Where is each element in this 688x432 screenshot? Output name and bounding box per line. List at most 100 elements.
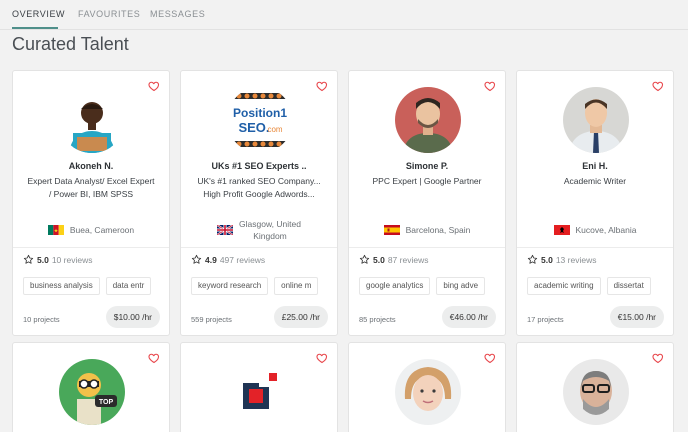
tab-messages[interactable]: MESSAGES <box>150 9 205 19</box>
project-count: 10 projects <box>23 315 60 324</box>
location-line: Glasgow, United <box>239 219 301 229</box>
skill-tag[interactable]: data entr <box>105 277 152 295</box>
talent-title-line: PPC Expert | Google Partner <box>372 176 482 186</box>
talent-card[interactable] <box>348 342 506 432</box>
rating-score: 4.9 <box>205 254 217 265</box>
talent-title-line: High Profit Google Adwords... <box>203 189 315 199</box>
location-line: Kingdom <box>253 231 287 241</box>
card-divider <box>349 247 505 248</box>
talent-name[interactable]: Eni H. <box>517 161 673 171</box>
talent-card[interactable]: Simone P. PPC Expert | Google Partner Ba… <box>348 70 506 336</box>
tab-bar: OVERVIEW FAVOURITES MESSAGES <box>0 0 688 30</box>
location-line: Kucove, Albania <box>575 225 637 235</box>
cameroon-flag-icon <box>47 225 64 235</box>
review-count: 10 reviews <box>51 254 93 265</box>
tab-overview[interactable]: OVERVIEW <box>12 9 65 19</box>
spain-flag-icon <box>383 225 400 235</box>
skill-tag[interactable]: keyword research <box>191 277 269 295</box>
avatar[interactable] <box>563 359 629 425</box>
location: Buea, Cameroon <box>13 215 169 245</box>
talent-title: Expert Data Analyst/ Excel Expert / Powe… <box>21 175 161 201</box>
active-tab-indicator <box>12 27 58 29</box>
avatar[interactable] <box>59 87 125 153</box>
review-count: 497 reviews <box>219 254 266 265</box>
card-divider <box>517 247 673 248</box>
talent-title: Academic Writer <box>525 175 665 188</box>
rating-score: 5.0 <box>37 254 49 265</box>
skill-tags: keyword research online m <box>191 277 327 295</box>
heart-icon[interactable] <box>316 80 328 92</box>
avatar[interactable]: TOP <box>59 359 125 425</box>
hourly-rate: $10.00 /hr <box>105 306 160 328</box>
avatar[interactable] <box>395 359 461 425</box>
heart-icon[interactable] <box>148 352 160 364</box>
rating: 5.0 87 reviews <box>359 254 428 265</box>
uk-flag-icon <box>217 225 234 235</box>
skill-tag[interactable]: online m <box>274 277 319 295</box>
heart-icon[interactable] <box>652 80 664 92</box>
star-icon <box>527 254 538 265</box>
talent-title: UK's #1 ranked SEO Company... High Profi… <box>189 175 329 201</box>
rating-score: 5.0 <box>373 254 385 265</box>
seo-logo-avatar[interactable]: Position1 SEO. com <box>227 87 293 153</box>
location-line: Buea, Cameroon <box>69 225 135 235</box>
talent-name[interactable]: UKs #1 SEO Experts .. <box>181 161 337 171</box>
hourly-rate: £25.00 /hr <box>273 306 328 328</box>
talent-card[interactable]: Akoneh N. Expert Data Analyst/ Excel Exp… <box>12 70 170 336</box>
skill-tags: academic writing dissertat <box>527 277 663 295</box>
project-count: 559 projects <box>191 315 232 324</box>
location: Kucove, Albania <box>517 215 673 245</box>
skill-tags: business analysis data entr <box>23 277 159 295</box>
heart-icon[interactable] <box>484 80 496 92</box>
review-count: 87 reviews <box>387 254 429 265</box>
talent-card[interactable]: Eni H. Academic Writer Kucove, Albania 5… <box>516 70 674 336</box>
talent-name[interactable]: Akoneh N. <box>13 161 169 171</box>
talent-card[interactable] <box>180 342 338 432</box>
heart-icon[interactable] <box>484 352 496 364</box>
tab-favourites[interactable]: FAVOURITES <box>78 9 140 19</box>
card-divider <box>181 247 337 248</box>
seo-logo-text: SEO. <box>238 120 269 135</box>
hourly-rate: €46.00 /hr <box>441 306 496 328</box>
rating: 5.0 10 reviews <box>23 254 92 265</box>
page-title: Curated Talent <box>12 34 129 54</box>
logo-avatar[interactable] <box>227 359 293 425</box>
location-line: Barcelona, Spain <box>405 225 471 235</box>
heart-icon[interactable] <box>316 352 328 364</box>
seo-logo-text: Position1 <box>233 106 287 120</box>
skill-tag[interactable]: bing adve <box>436 277 486 295</box>
heart-icon[interactable] <box>148 80 160 92</box>
avatar[interactable] <box>563 87 629 153</box>
location-text: Barcelona, Spain <box>406 224 471 236</box>
skill-tags: google analytics bing adve <box>359 277 495 295</box>
talent-card[interactable] <box>516 342 674 432</box>
rating-score: 5.0 <box>541 254 553 265</box>
location: Glasgow, United Kingdom <box>181 215 337 245</box>
skill-tag[interactable]: academic writing <box>527 277 601 295</box>
review-count: 13 reviews <box>555 254 597 265</box>
albania-flag-icon <box>553 225 570 235</box>
project-count: 17 projects <box>527 315 564 324</box>
star-icon <box>359 254 370 265</box>
badge-text: TOP <box>99 399 114 406</box>
seo-logo-text: com <box>267 125 282 134</box>
talent-card[interactable]: Position1 SEO. com UKs #1 SEO Experts ..… <box>180 70 338 336</box>
location-text: Kucove, Albania <box>576 224 637 236</box>
rating: 4.9 497 reviews <box>191 254 265 265</box>
location-text: Buea, Cameroon <box>70 224 134 236</box>
talent-title-line: UK's #1 ranked SEO Company... <box>197 176 321 186</box>
star-icon <box>23 254 34 265</box>
talent-title-line: Academic Writer <box>563 176 627 186</box>
skill-tag[interactable]: dissertat <box>606 277 651 295</box>
project-count: 85 projects <box>359 315 396 324</box>
heart-icon[interactable] <box>652 352 664 364</box>
talent-name[interactable]: Simone P. <box>349 161 505 171</box>
avatar[interactable] <box>395 87 461 153</box>
talent-card[interactable]: TOP <box>12 342 170 432</box>
skill-tag[interactable]: business analysis <box>23 277 100 295</box>
card-divider <box>13 247 169 248</box>
location: Barcelona, Spain <box>349 215 505 245</box>
skill-tag[interactable]: google analytics <box>359 277 431 295</box>
talent-title-line: / Power BI, IBM SPSS <box>48 189 134 199</box>
talent-title-line: Expert Data Analyst/ Excel Expert <box>27 176 155 186</box>
